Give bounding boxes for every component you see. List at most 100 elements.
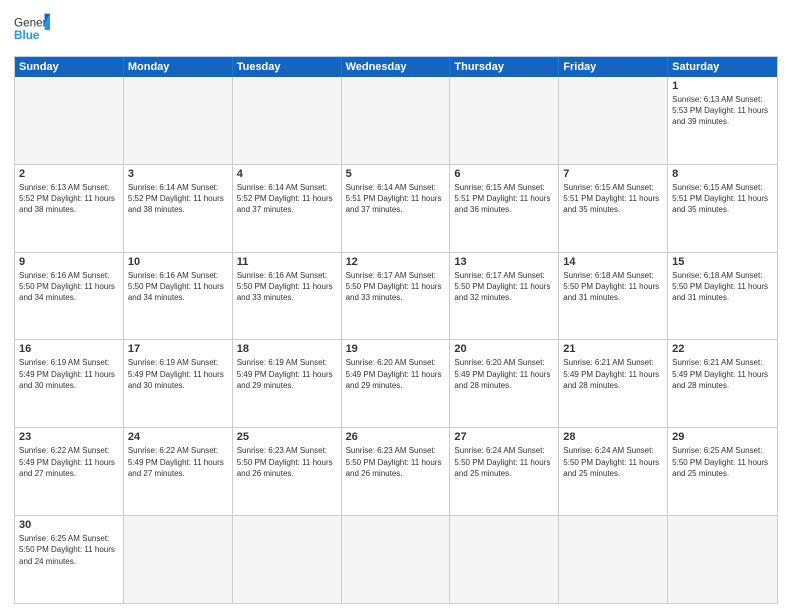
week-5: 23Sunrise: 6:22 AM Sunset: 5:49 PM Dayli… xyxy=(15,428,777,516)
day-info: Sunrise: 6:16 AM Sunset: 5:50 PM Dayligh… xyxy=(128,270,228,304)
calendar: SundayMondayTuesdayWednesdayThursdayFrid… xyxy=(14,56,778,604)
day-info: Sunrise: 6:21 AM Sunset: 5:49 PM Dayligh… xyxy=(672,357,773,391)
week-4: 16 Sunrise: 6:19 AM Sunset: 5:49 PM Dayli… xyxy=(15,340,777,428)
day-header-thursday: Thursday xyxy=(450,57,559,77)
day-number: 19 xyxy=(346,343,446,355)
day-cell-2: 2 Sunrise: 6:13 AM Sunset: 5:52 PM Daylig… xyxy=(15,165,124,252)
empty-cell xyxy=(233,77,342,164)
day-info: Sunrise: 6:15 AM Sunset: 5:51 PM Dayligh… xyxy=(672,182,773,216)
day-cell-1: 1Sunrise: 6:13 AM Sunset: 5:53 PM Daylig… xyxy=(668,77,777,164)
day-number: 20 xyxy=(454,343,554,355)
day-number: 18 xyxy=(237,343,337,355)
day-number: 26 xyxy=(346,431,446,443)
day-cell-26: 26Sunrise: 6:23 AM Sunset: 5:50 PM Dayli… xyxy=(342,428,451,515)
day-number: 27 xyxy=(454,431,554,443)
logo-icon: General Blue xyxy=(14,12,50,48)
day-info: Sunrise: 6:19 AM Sunset: 5:49 PM Dayligh… xyxy=(237,357,337,391)
empty-cell xyxy=(450,516,559,603)
day-info: Sunrise: 6:17 AM Sunset: 5:50 PM Dayligh… xyxy=(346,270,446,304)
day-number: 15 xyxy=(672,256,773,268)
day-cell-17: 17 Sunrise: 6:19 AM Sunset: 5:49 PM Dayli… xyxy=(124,340,233,427)
day-number: 30 xyxy=(19,519,119,531)
day-cell-10: 10 Sunrise: 6:16 AM Sunset: 5:50 PM Dayli… xyxy=(124,253,233,340)
day-cell-19: 19 Sunrise: 6:20 AM Sunset: 5:49 PM Dayli… xyxy=(342,340,451,427)
day-info: Sunrise: 6:15 AM Sunset: 5:51 PM Dayligh… xyxy=(454,182,554,216)
weeks-container: 1Sunrise: 6:13 AM Sunset: 5:53 PM Daylig… xyxy=(15,77,777,603)
empty-cell xyxy=(450,77,559,164)
day-cell-23: 23Sunrise: 6:22 AM Sunset: 5:49 PM Dayli… xyxy=(15,428,124,515)
day-info: Sunrise: 6:21 AM Sunset: 5:49 PM Dayligh… xyxy=(563,357,663,391)
day-info: Sunrise: 6:19 AM Sunset: 5:49 PM Dayligh… xyxy=(19,357,119,391)
empty-cell xyxy=(124,77,233,164)
logo: General Blue xyxy=(14,12,50,48)
day-info: Sunrise: 6:14 AM Sunset: 5:51 PM Dayligh… xyxy=(346,182,446,216)
day-info: Sunrise: 6:19 AM Sunset: 5:49 PM Dayligh… xyxy=(128,357,228,391)
day-number: 9 xyxy=(19,256,119,268)
day-info: Sunrise: 6:15 AM Sunset: 5:51 PM Dayligh… xyxy=(563,182,663,216)
empty-cell xyxy=(559,77,668,164)
day-number: 7 xyxy=(563,168,663,180)
day-info: Sunrise: 6:22 AM Sunset: 5:49 PM Dayligh… xyxy=(19,445,119,479)
day-number: 4 xyxy=(237,168,337,180)
day-cell-12: 12Sunrise: 6:17 AM Sunset: 5:50 PM Dayli… xyxy=(342,253,451,340)
day-headers: SundayMondayTuesdayWednesdayThursdayFrid… xyxy=(15,57,777,77)
day-number: 24 xyxy=(128,431,228,443)
empty-cell xyxy=(342,77,451,164)
day-number: 29 xyxy=(672,431,773,443)
day-info: Sunrise: 6:25 AM Sunset: 5:50 PM Dayligh… xyxy=(672,445,773,479)
day-cell-9: 9 Sunrise: 6:16 AM Sunset: 5:50 PM Daylig… xyxy=(15,253,124,340)
day-info: Sunrise: 6:14 AM Sunset: 5:52 PM Dayligh… xyxy=(128,182,228,216)
day-cell-13: 13 Sunrise: 6:17 AM Sunset: 5:50 PM Dayli… xyxy=(450,253,559,340)
week-3: 9 Sunrise: 6:16 AM Sunset: 5:50 PM Daylig… xyxy=(15,253,777,341)
day-info: Sunrise: 6:20 AM Sunset: 5:49 PM Dayligh… xyxy=(346,357,446,391)
day-info: Sunrise: 6:25 AM Sunset: 5:50 PM Dayligh… xyxy=(19,533,119,567)
day-number: 3 xyxy=(128,168,228,180)
week-1: 1Sunrise: 6:13 AM Sunset: 5:53 PM Daylig… xyxy=(15,77,777,165)
day-info: Sunrise: 6:17 AM Sunset: 5:50 PM Dayligh… xyxy=(454,270,554,304)
day-info: Sunrise: 6:16 AM Sunset: 5:50 PM Dayligh… xyxy=(19,270,119,304)
day-cell-27: 27Sunrise: 6:24 AM Sunset: 5:50 PM Dayli… xyxy=(450,428,559,515)
day-cell-15: 15 Sunrise: 6:18 AM Sunset: 5:50 PM Dayli… xyxy=(668,253,777,340)
day-number: 6 xyxy=(454,168,554,180)
day-cell-29: 29 Sunrise: 6:25 AM Sunset: 5:50 PM Dayli… xyxy=(668,428,777,515)
day-cell-7: 7 Sunrise: 6:15 AM Sunset: 5:51 PM Daylig… xyxy=(559,165,668,252)
day-info: Sunrise: 6:18 AM Sunset: 5:50 PM Dayligh… xyxy=(563,270,663,304)
day-info: Sunrise: 6:24 AM Sunset: 5:50 PM Dayligh… xyxy=(563,445,663,479)
day-cell-21: 21Sunrise: 6:21 AM Sunset: 5:49 PM Dayli… xyxy=(559,340,668,427)
day-number: 5 xyxy=(346,168,446,180)
day-info: Sunrise: 6:23 AM Sunset: 5:50 PM Dayligh… xyxy=(237,445,337,479)
day-number: 10 xyxy=(128,256,228,268)
day-cell-3: 3 Sunrise: 6:14 AM Sunset: 5:52 PM Daylig… xyxy=(124,165,233,252)
svg-text:Blue: Blue xyxy=(14,29,40,42)
empty-cell xyxy=(559,516,668,603)
day-cell-28: 28Sunrise: 6:24 AM Sunset: 5:50 PM Dayli… xyxy=(559,428,668,515)
week-2: 2 Sunrise: 6:13 AM Sunset: 5:52 PM Daylig… xyxy=(15,165,777,253)
day-info: Sunrise: 6:14 AM Sunset: 5:52 PM Dayligh… xyxy=(237,182,337,216)
day-cell-22: 22 Sunrise: 6:21 AM Sunset: 5:49 PM Dayli… xyxy=(668,340,777,427)
day-number: 11 xyxy=(237,256,337,268)
day-info: Sunrise: 6:18 AM Sunset: 5:50 PM Dayligh… xyxy=(672,270,773,304)
day-info: Sunrise: 6:16 AM Sunset: 5:50 PM Dayligh… xyxy=(237,270,337,304)
day-number: 8 xyxy=(672,168,773,180)
day-number: 22 xyxy=(672,343,773,355)
day-header-tuesday: Tuesday xyxy=(233,57,342,77)
day-cell-24: 24Sunrise: 6:22 AM Sunset: 5:49 PM Dayli… xyxy=(124,428,233,515)
day-number: 16 xyxy=(19,343,119,355)
day-info: Sunrise: 6:13 AM Sunset: 5:52 PM Dayligh… xyxy=(19,182,119,216)
day-cell-30: 30 Sunrise: 6:25 AM Sunset: 5:50 PM Dayli… xyxy=(15,516,124,603)
day-number: 13 xyxy=(454,256,554,268)
day-cell-5: 5 Sunrise: 6:14 AM Sunset: 5:51 PM Daylig… xyxy=(342,165,451,252)
day-header-saturday: Saturday xyxy=(668,57,777,77)
empty-cell xyxy=(124,516,233,603)
day-cell-20: 20Sunrise: 6:20 AM Sunset: 5:49 PM Dayli… xyxy=(450,340,559,427)
day-number: 2 xyxy=(19,168,119,180)
page: General Blue SundayMondayTuesdayWednesda… xyxy=(0,0,792,612)
day-cell-11: 11 Sunrise: 6:16 AM Sunset: 5:50 PM Dayli… xyxy=(233,253,342,340)
header: General Blue xyxy=(14,12,778,48)
day-header-monday: Monday xyxy=(124,57,233,77)
day-cell-18: 18 Sunrise: 6:19 AM Sunset: 5:49 PM Dayli… xyxy=(233,340,342,427)
empty-cell xyxy=(342,516,451,603)
empty-cell xyxy=(15,77,124,164)
day-number: 17 xyxy=(128,343,228,355)
day-cell-14: 14Sunrise: 6:18 AM Sunset: 5:50 PM Dayli… xyxy=(559,253,668,340)
